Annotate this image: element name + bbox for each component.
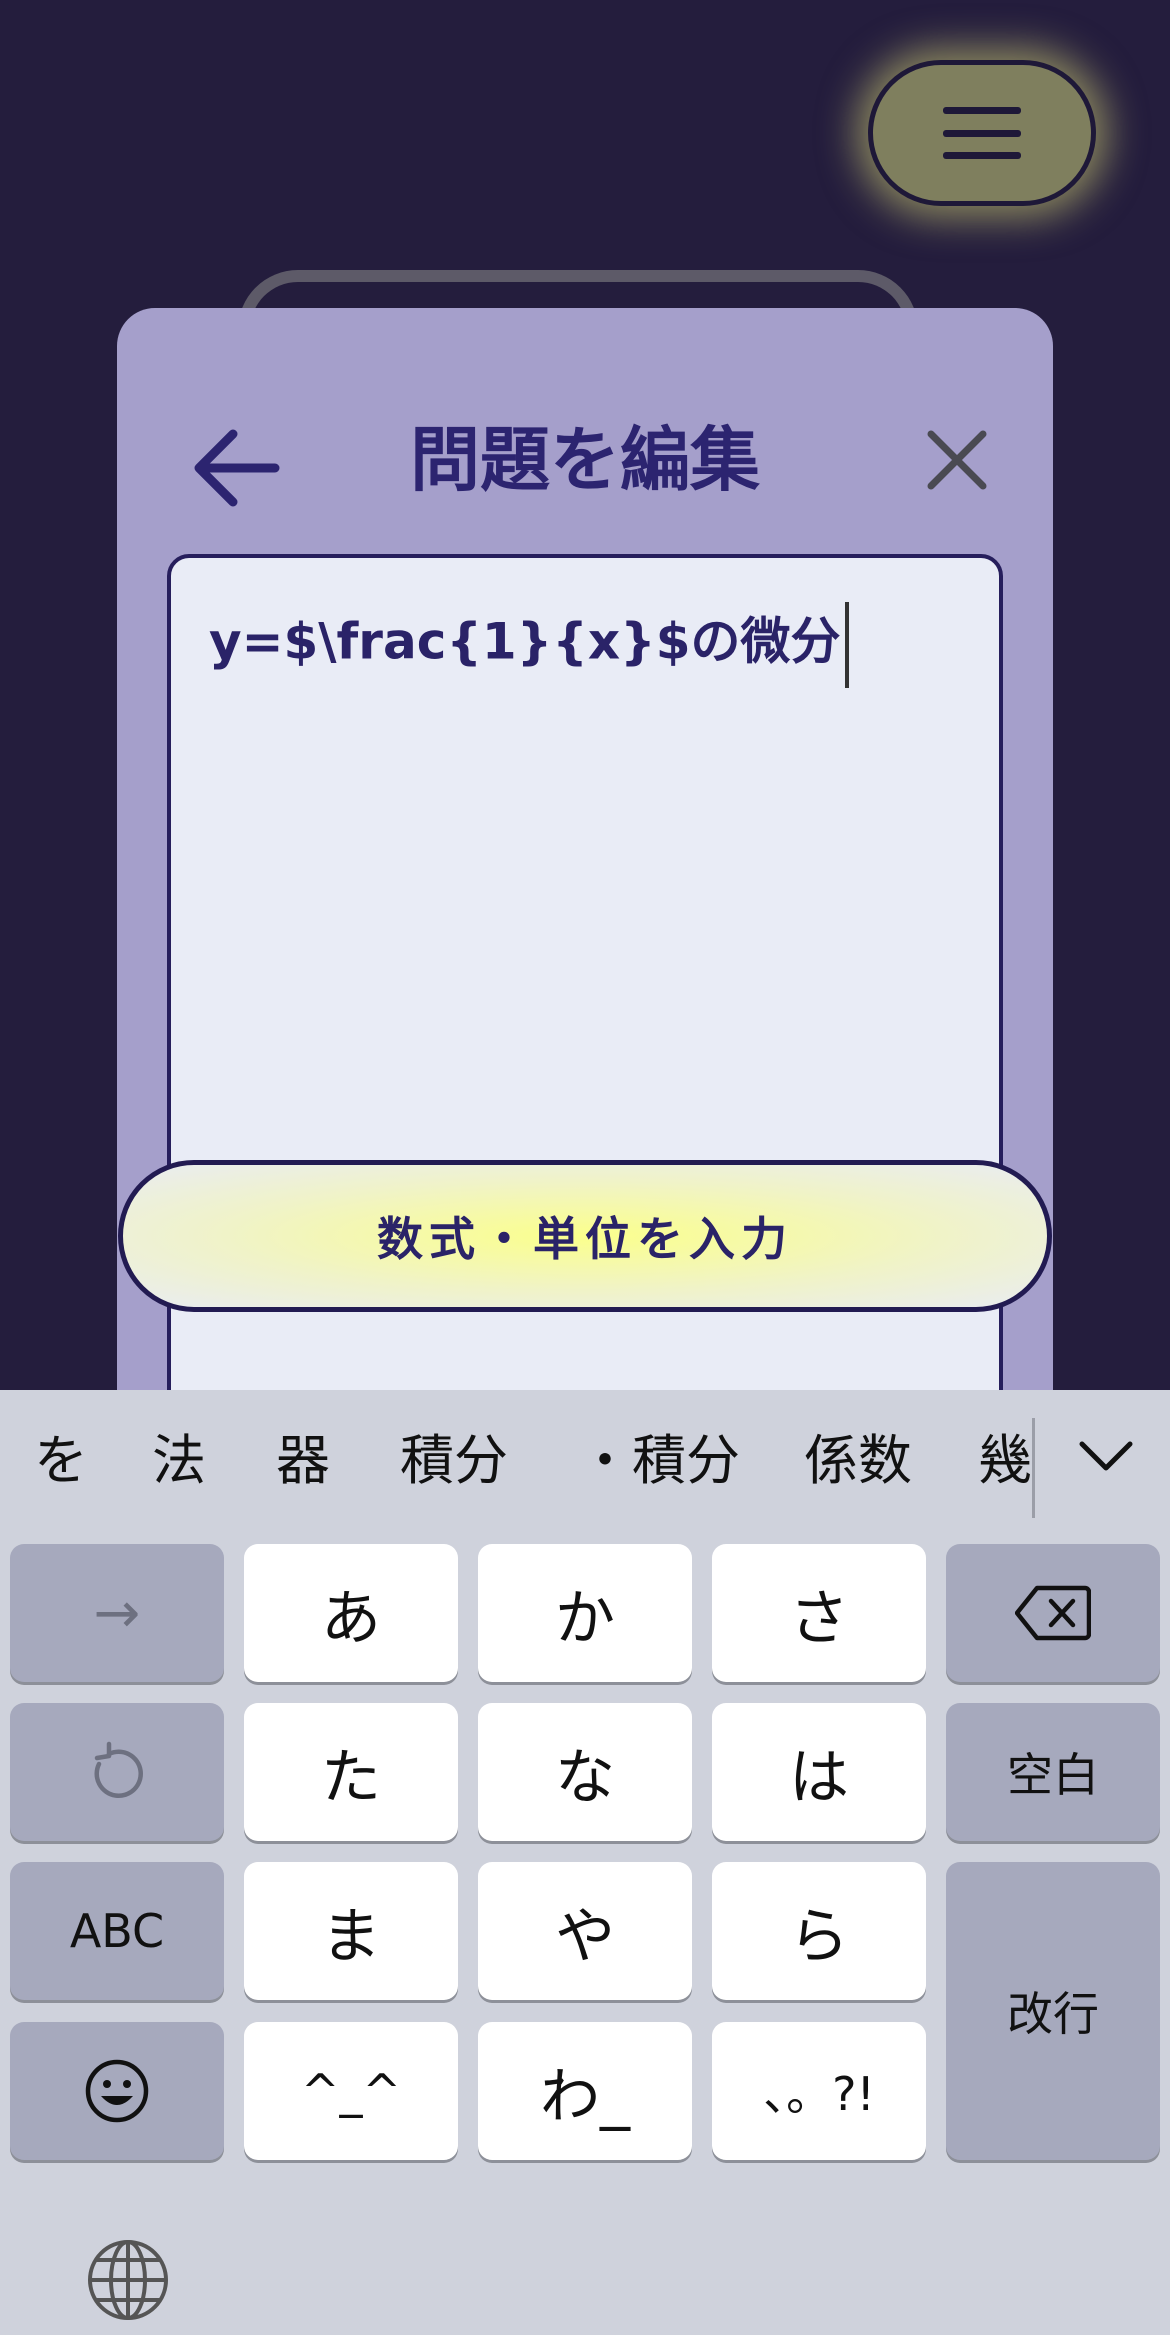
key-ta[interactable]: た (244, 1703, 458, 1841)
key-punctuation[interactable]: 、。?! (712, 2022, 926, 2160)
key-label: ^_^ (300, 2064, 402, 2118)
key-label: は (789, 1742, 849, 1813)
candidate-item[interactable]: 係数 (804, 1430, 912, 1492)
key-ya[interactable]: や (478, 1862, 692, 2000)
candidate-divider (1032, 1418, 1035, 1518)
key-next[interactable]: → (10, 1544, 224, 1682)
key-label: な (555, 1742, 615, 1813)
key-label: ら (789, 1901, 849, 1972)
text-caret (844, 602, 849, 688)
formula-unit-input-button[interactable]: 数式・単位を入力 (118, 1160, 1052, 1312)
globe-icon[interactable] (86, 2238, 170, 2322)
key-sa[interactable]: さ (712, 1544, 926, 1682)
key-a[interactable]: あ (244, 1544, 458, 1682)
key-emoji[interactable] (10, 2022, 224, 2160)
key-label: 、。?! (763, 2067, 875, 2121)
ios-keyboard: を 法 器 積分 ・積分 係数 幾 → あ か さ た な は 空白 ABC ま… (0, 1390, 1170, 2335)
key-label: 空白 (1007, 1748, 1099, 1802)
key-label: わ_ (540, 2061, 630, 2132)
key-label: あ (321, 1583, 381, 1654)
key-abc[interactable]: ABC (10, 1862, 224, 2000)
key-ma[interactable]: ま (244, 1862, 458, 2000)
candidate-item[interactable]: 積分 (400, 1430, 508, 1492)
candidate-item[interactable]: 法 (152, 1430, 206, 1492)
key-label: か (555, 1583, 615, 1654)
key-ra[interactable]: ら (712, 1862, 926, 2000)
key-return[interactable]: 改行 (946, 1862, 1160, 2160)
key-kaomoji[interactable]: ^_^ (244, 2022, 458, 2160)
formula-unit-input-label: 数式・単位を入力 (377, 1212, 793, 1266)
key-undo[interactable] (10, 1703, 224, 1841)
key-ha[interactable]: は (712, 1703, 926, 1841)
menu-button[interactable] (868, 60, 1096, 206)
key-label: 改行 (1007, 1987, 1099, 2041)
candidate-item[interactable]: を (34, 1430, 88, 1492)
key-next-label: → (93, 1580, 141, 1646)
hamburger-icon (943, 107, 1021, 159)
key-ka[interactable]: か (478, 1544, 692, 1682)
key-space[interactable]: 空白 (946, 1703, 1160, 1841)
key-label: ま (321, 1901, 381, 1972)
key-label: ABC (69, 1904, 165, 1958)
candidate-item[interactable]: 幾 (978, 1430, 1032, 1492)
editor-value: y=$\frac{1}{x}$の微分 (209, 612, 841, 671)
candidate-item[interactable]: ・積分 (578, 1430, 740, 1492)
close-icon[interactable] (917, 420, 997, 500)
key-backspace[interactable] (946, 1544, 1160, 1682)
key-na[interactable]: な (478, 1703, 692, 1841)
dialog-title: 問題を編集 (410, 419, 760, 501)
undo-icon (94, 1741, 143, 1798)
candidate-item[interactable]: 器 (276, 1430, 330, 1492)
emoji-icon (85, 2059, 149, 2123)
key-label: た (321, 1742, 381, 1813)
key-label: や (555, 1901, 615, 1972)
backspace-icon (1015, 1585, 1091, 1641)
key-label: さ (789, 1583, 849, 1654)
chevron-down-icon[interactable] (1072, 1428, 1140, 1488)
key-wa[interactable]: わ_ (478, 2022, 692, 2160)
candidate-bar: を 法 器 積分 ・積分 係数 幾 (0, 1390, 1170, 1540)
